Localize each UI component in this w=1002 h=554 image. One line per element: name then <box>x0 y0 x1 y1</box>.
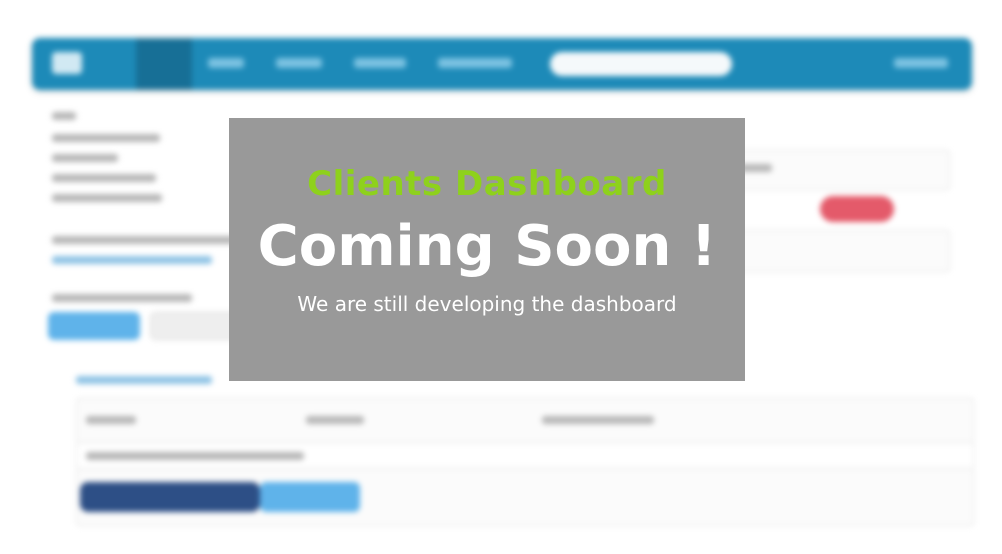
text-line <box>52 294 192 302</box>
nav-item-account <box>894 58 948 68</box>
text-line <box>52 236 242 244</box>
link-line <box>76 376 212 384</box>
text-line <box>306 416 364 424</box>
nav-item <box>354 58 406 68</box>
text-line <box>52 154 118 162</box>
table-header <box>76 398 974 444</box>
logo-icon <box>52 52 82 74</box>
text-line <box>52 112 76 120</box>
status-badge <box>820 196 894 222</box>
text-line <box>86 452 304 460</box>
text-line <box>52 194 162 202</box>
search-input <box>550 52 732 76</box>
text-line <box>542 416 654 424</box>
nav-item <box>438 58 512 68</box>
overlay-title: Coming Soon ! <box>257 214 717 279</box>
blue-button <box>260 482 360 512</box>
coming-soon-overlay: Clients Dashboard Coming Soon ! We are s… <box>229 118 745 381</box>
navbar <box>32 38 972 90</box>
overlay-subtitle: Clients Dashboard <box>307 164 667 204</box>
text-line <box>52 134 160 142</box>
blue-button <box>48 312 140 340</box>
nav-item <box>276 58 322 68</box>
nav-item-active <box>136 38 192 90</box>
text-line <box>86 416 136 424</box>
nav-item <box>208 58 244 68</box>
dark-button <box>80 482 260 512</box>
overlay-message: We are still developing the dashboard <box>297 292 677 316</box>
link-line <box>52 256 212 264</box>
text-line <box>52 174 156 182</box>
